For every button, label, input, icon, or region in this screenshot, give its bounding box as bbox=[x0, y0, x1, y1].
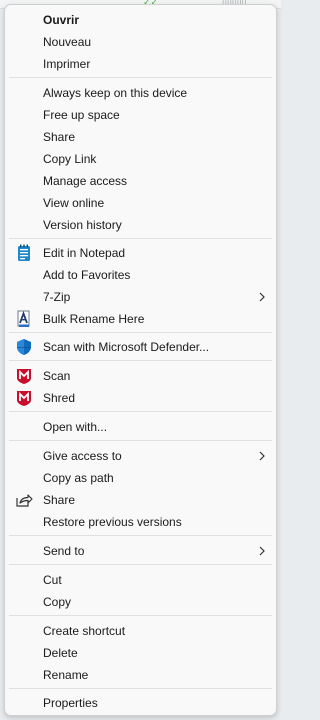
menu-item-version-history[interactable]: Version history bbox=[9, 214, 272, 236]
menu-item-label: 7-Zip bbox=[43, 290, 71, 304]
separator bbox=[9, 564, 272, 565]
menu-item-label: Create shortcut bbox=[43, 624, 126, 638]
menu-item-scan-mcafee[interactable]: Scan bbox=[9, 365, 272, 387]
share-icon bbox=[15, 491, 33, 509]
chevron-right-icon bbox=[256, 290, 268, 304]
menu-item-send-to[interactable]: Send to bbox=[9, 540, 272, 562]
menu-item-label: Ouvrir bbox=[43, 13, 80, 27]
separator bbox=[9, 77, 272, 78]
menu-item-label: Bulk Rename Here bbox=[43, 312, 145, 326]
menu-item-7zip[interactable]: 7-Zip bbox=[9, 286, 272, 308]
menu-item-manage-access[interactable]: Manage access bbox=[9, 170, 272, 192]
menu-item-rename[interactable]: Rename bbox=[9, 664, 272, 686]
chevron-right-icon bbox=[256, 449, 268, 463]
menu-item-give-access[interactable]: Give access to bbox=[9, 445, 272, 467]
menu-item-label: Send to bbox=[43, 544, 85, 558]
menu-item-copy-link[interactable]: Copy Link bbox=[9, 148, 272, 170]
menu-item-label: Edit in Notepad bbox=[43, 246, 126, 260]
defender-shield-icon bbox=[15, 338, 33, 356]
menu-item-label: Manage access bbox=[43, 174, 128, 188]
menu-item-add-favorites[interactable]: Add to Favorites bbox=[9, 264, 272, 286]
separator bbox=[9, 440, 272, 441]
menu-item-restore-previous-versions[interactable]: Restore previous versions bbox=[9, 511, 272, 533]
menu-item-label: Open with... bbox=[43, 420, 108, 434]
menu-item-label: Nouveau bbox=[43, 35, 92, 49]
menu-item-label: Rename bbox=[43, 668, 89, 682]
menu-item-label: Version history bbox=[43, 218, 122, 232]
menu-item-view-online[interactable]: View online bbox=[9, 192, 272, 214]
menu-item-label: Copy Link bbox=[43, 152, 97, 166]
menu-item-properties[interactable]: Properties bbox=[9, 692, 272, 714]
menu-item-label: Scan bbox=[43, 369, 71, 383]
separator bbox=[9, 238, 272, 239]
context-menu: Ouvrir Nouveau Imprimer Always keep on t… bbox=[4, 4, 277, 716]
menu-item-create-shortcut[interactable]: Create shortcut bbox=[9, 620, 272, 642]
notepad-icon bbox=[15, 244, 33, 262]
menu-item-share-onedrive[interactable]: Share bbox=[9, 126, 272, 148]
menu-item-scan-defender[interactable]: Scan with Microsoft Defender... bbox=[9, 336, 272, 358]
menu-item-shred[interactable]: Shred bbox=[9, 387, 272, 409]
menu-item-share[interactable]: Share bbox=[9, 489, 272, 511]
menu-item-open-with[interactable]: Open with... bbox=[9, 416, 272, 438]
bulk-rename-icon bbox=[15, 310, 33, 328]
separator bbox=[9, 360, 272, 361]
menu-item-delete[interactable]: Delete bbox=[9, 642, 272, 664]
menu-item-new[interactable]: Nouveau bbox=[9, 31, 272, 53]
mcafee-shield-icon bbox=[15, 389, 33, 407]
separator bbox=[9, 688, 272, 689]
menu-item-label: Share bbox=[43, 493, 76, 507]
separator bbox=[9, 535, 272, 536]
mcafee-shield-icon bbox=[15, 367, 33, 385]
menu-item-label: View online bbox=[43, 196, 105, 210]
menu-item-label: Cut bbox=[43, 573, 62, 587]
menu-item-copy[interactable]: Copy bbox=[9, 591, 272, 613]
menu-item-label: Always keep on this device bbox=[43, 86, 188, 100]
menu-item-label: Free up space bbox=[43, 108, 120, 122]
menu-item-edit-notepad[interactable]: Edit in Notepad bbox=[9, 242, 272, 264]
separator bbox=[9, 411, 272, 412]
menu-item-label: Shred bbox=[43, 391, 76, 405]
menu-item-cut[interactable]: Cut bbox=[9, 569, 272, 591]
separator bbox=[9, 332, 272, 333]
menu-item-label: Restore previous versions bbox=[43, 515, 182, 529]
menu-item-bulk-rename[interactable]: Bulk Rename Here bbox=[9, 308, 272, 330]
menu-item-copy-as-path[interactable]: Copy as path bbox=[9, 467, 272, 489]
chevron-right-icon bbox=[256, 544, 268, 558]
menu-item-free-up-space[interactable]: Free up space bbox=[9, 104, 272, 126]
menu-item-label: Scan with Microsoft Defender... bbox=[43, 340, 210, 354]
menu-item-label: Copy bbox=[43, 595, 72, 609]
menu-item-label: Copy as path bbox=[43, 471, 114, 485]
separator bbox=[9, 615, 272, 616]
menu-item-label: Delete bbox=[43, 646, 78, 660]
menu-item-label: Imprimer bbox=[43, 57, 91, 71]
menu-item-label: Add to Favorites bbox=[43, 268, 131, 282]
menu-item-label: Give access to bbox=[43, 449, 122, 463]
menu-item-label: Share bbox=[43, 130, 76, 144]
menu-item-label: Properties bbox=[43, 696, 98, 710]
menu-item-print[interactable]: Imprimer bbox=[9, 53, 272, 75]
menu-item-always-keep[interactable]: Always keep on this device bbox=[9, 82, 272, 104]
menu-item-open[interactable]: Ouvrir bbox=[9, 9, 272, 31]
